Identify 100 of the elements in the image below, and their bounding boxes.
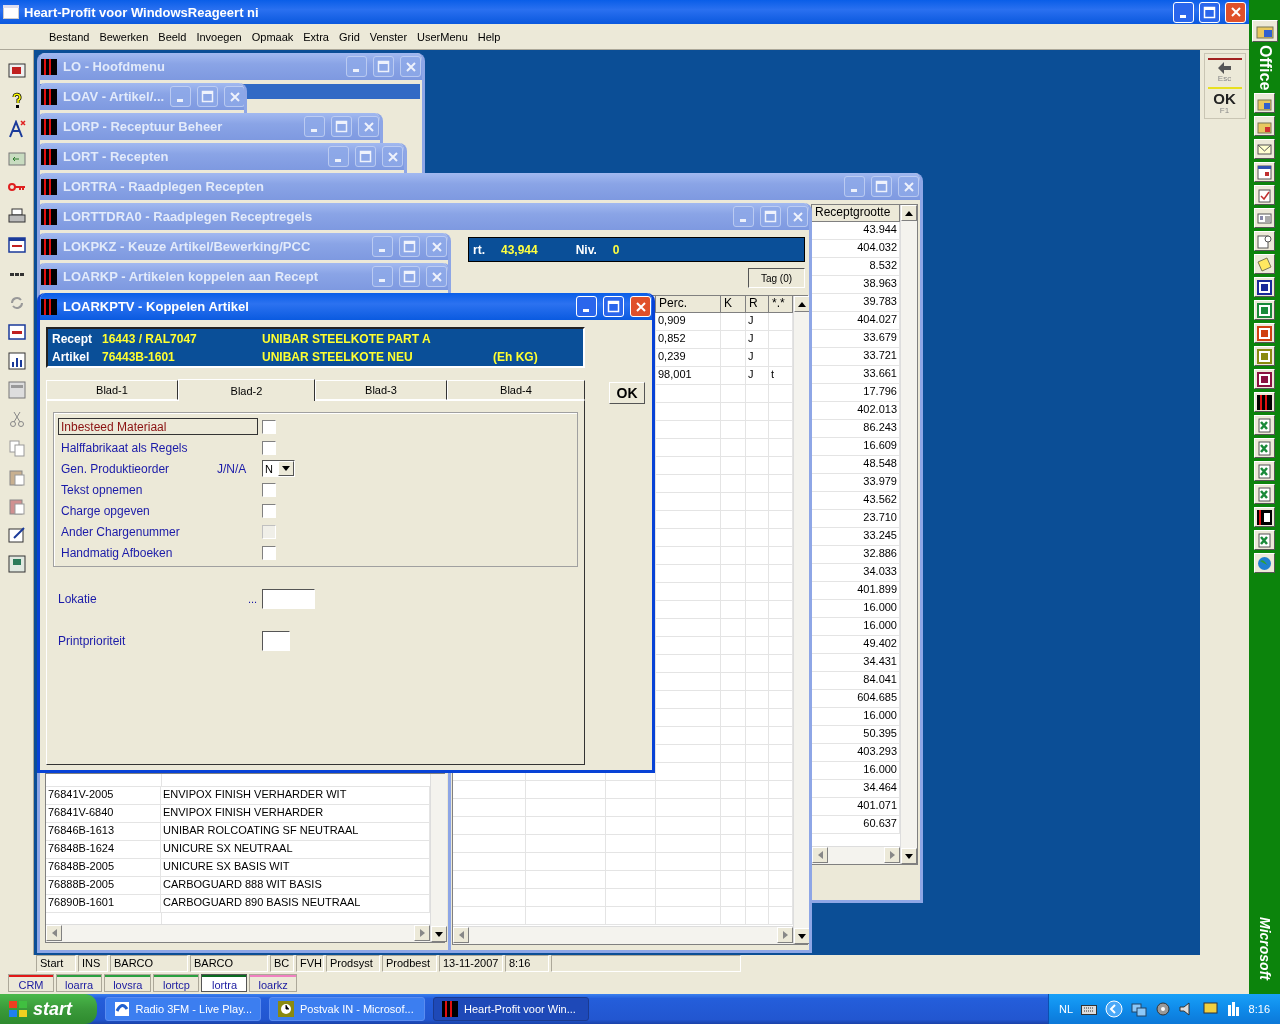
start-button[interactable]: start xyxy=(0,994,97,1024)
left-arrow-icon xyxy=(51,929,57,937)
vertical-scrollbar[interactable] xyxy=(900,205,917,864)
form-icon[interactable] xyxy=(7,323,26,341)
task-button[interactable]: Heart-Profit voor Win... xyxy=(433,997,589,1021)
gear-icon[interactable] xyxy=(1154,1001,1171,1017)
edit-icon[interactable] xyxy=(7,526,26,544)
list-row[interactable]: 76841V-2005 ENVIPOX FINISH VERHARDER WIT xyxy=(46,787,430,805)
scroll-up-button[interactable] xyxy=(901,205,917,221)
screen-icon[interactable] xyxy=(7,62,26,80)
maximize-button[interactable] xyxy=(197,86,219,107)
close-icon xyxy=(362,120,375,133)
scroll-right-button[interactable] xyxy=(777,927,793,943)
tag-button[interactable]: Tag (0) xyxy=(748,268,805,288)
scissors-icon[interactable] xyxy=(7,410,26,428)
scroll-down-button[interactable] xyxy=(901,848,917,864)
app-icon xyxy=(41,268,57,285)
window-tab[interactable]: lortra xyxy=(201,974,248,992)
down-arrow-icon xyxy=(435,931,443,937)
menu-item[interactable]: Grid xyxy=(333,28,365,45)
card-icon[interactable] xyxy=(1254,208,1275,229)
printer-icon[interactable] xyxy=(7,207,26,225)
clipboard-icon[interactable] xyxy=(7,468,26,486)
menu-item[interactable]: Beeld xyxy=(153,28,192,45)
table-cell: J xyxy=(746,331,769,348)
language-indicator[interactable]: NL xyxy=(1059,1003,1074,1015)
dropdown[interactable]: N xyxy=(262,460,295,477)
menu-item[interactable]: UserMenu xyxy=(412,28,473,45)
list-row[interactable]: 76841V-6840 ENVIPOX FINISH VERHARDER xyxy=(46,805,430,823)
window-tab[interactable]: lovsra xyxy=(104,974,152,992)
list-row[interactable]: 76890B-1601 CARBOGUARD 890 BASIS NEUTRAAL xyxy=(46,895,430,913)
scroll-up-button[interactable] xyxy=(794,296,809,312)
input-field[interactable] xyxy=(262,631,290,651)
minimize-button[interactable] xyxy=(170,86,192,107)
checkbox[interactable] xyxy=(262,440,276,455)
calendar-icon[interactable] xyxy=(1254,162,1275,183)
horizontal-scrollbar[interactable] xyxy=(46,924,430,942)
ok-button[interactable]: OK xyxy=(609,382,645,404)
window-tab[interactable]: CRM xyxy=(8,974,54,992)
tab[interactable]: Blad-3 xyxy=(315,380,447,400)
list-row[interactable]: 76888B-2005 CARBOGUARD 888 WIT BASIS xyxy=(46,877,430,895)
tab[interactable]: Blad-2 xyxy=(178,379,315,401)
network-icon[interactable] xyxy=(1130,1001,1147,1017)
column-header[interactable]: K xyxy=(721,296,746,312)
chevron-icon[interactable] xyxy=(1105,1000,1123,1018)
list-row[interactable]: 76848B-2005 UNICURE SX BASIS WIT xyxy=(46,859,430,877)
left-arrow-icon xyxy=(817,851,823,859)
envelope-icon[interactable] xyxy=(1254,139,1275,160)
note-icon[interactable] xyxy=(1254,254,1275,275)
ok-button[interactable]: OK F1 xyxy=(1207,87,1242,115)
task-button[interactable]: Postvak IN - Microsof... xyxy=(269,997,425,1021)
checkbox[interactable] xyxy=(262,545,276,560)
panel-icon[interactable] xyxy=(7,381,26,399)
display-icon[interactable] xyxy=(7,555,26,573)
window-tab[interactable]: lortcp xyxy=(153,974,200,992)
list-row[interactable]: 76848B-1624 UNICURE SX NEUTRAAL xyxy=(46,841,430,859)
clock[interactable]: 8:16 xyxy=(1248,1003,1271,1015)
window-icon[interactable] xyxy=(7,236,26,254)
menu-item[interactable]: Invoegen xyxy=(191,28,247,45)
menu-item[interactable]: Extra xyxy=(298,28,334,45)
scroll-left-button[interactable] xyxy=(46,925,62,941)
chart-icon[interactable] xyxy=(7,352,26,370)
task-button[interactable]: Radio 3FM - Live Play... xyxy=(105,997,261,1021)
scroll-down-button[interactable] xyxy=(431,926,447,942)
vertical-scrollbar[interactable] xyxy=(793,296,809,944)
window-title: LOARKPTV - Koppelen Artikel xyxy=(63,299,250,314)
window-tab[interactable]: loarra xyxy=(56,974,103,992)
app-icon[interactable] xyxy=(1254,392,1275,413)
header-label: Niv. xyxy=(575,242,597,257)
column-header[interactable]: R xyxy=(746,296,769,312)
checkbox[interactable] xyxy=(262,503,276,518)
vertical-scrollbar[interactable] xyxy=(430,774,447,942)
copy-icon[interactable] xyxy=(7,439,26,457)
scroll-left-button[interactable] xyxy=(812,847,828,863)
keyboard-icon[interactable] xyxy=(1081,1003,1097,1015)
menu-item[interactable]: Bestand xyxy=(44,28,95,45)
monitor-icon[interactable] xyxy=(1202,1001,1219,1017)
input-field[interactable] xyxy=(262,589,315,609)
scroll-left-button[interactable] xyxy=(453,927,469,943)
menu-item[interactable]: Venster xyxy=(364,28,413,45)
scroll-right-button[interactable] xyxy=(414,925,430,941)
globe-icon[interactable] xyxy=(1254,553,1275,574)
app-icon[interactable] xyxy=(1254,507,1275,528)
window-tab[interactable]: loarkz xyxy=(249,974,297,992)
menu-item[interactable]: Bewerken xyxy=(94,28,154,45)
scroll-right-button[interactable] xyxy=(884,847,900,863)
tab[interactable]: Blad-1 xyxy=(46,380,178,400)
menu-item[interactable]: Opmaak xyxy=(246,28,299,45)
tab[interactable]: Blad-4 xyxy=(447,380,585,400)
menu-item[interactable]: Help xyxy=(472,28,506,45)
clipboard-icon[interactable] xyxy=(7,497,26,515)
clipboard-icon[interactable] xyxy=(1254,185,1275,206)
checkbox[interactable] xyxy=(262,482,276,497)
horizontal-scrollbar[interactable] xyxy=(453,926,793,944)
font-icon[interactable] xyxy=(7,120,26,138)
scroll-down-button[interactable] xyxy=(794,928,809,944)
list-row[interactable]: 76846B-1613 UNIBAR ROLCOATING SF NEUTRAAL xyxy=(46,823,430,841)
checkbox[interactable] xyxy=(262,419,276,434)
column-header[interactable]: Perc. xyxy=(656,296,721,312)
horizontal-scrollbar[interactable] xyxy=(812,846,900,864)
